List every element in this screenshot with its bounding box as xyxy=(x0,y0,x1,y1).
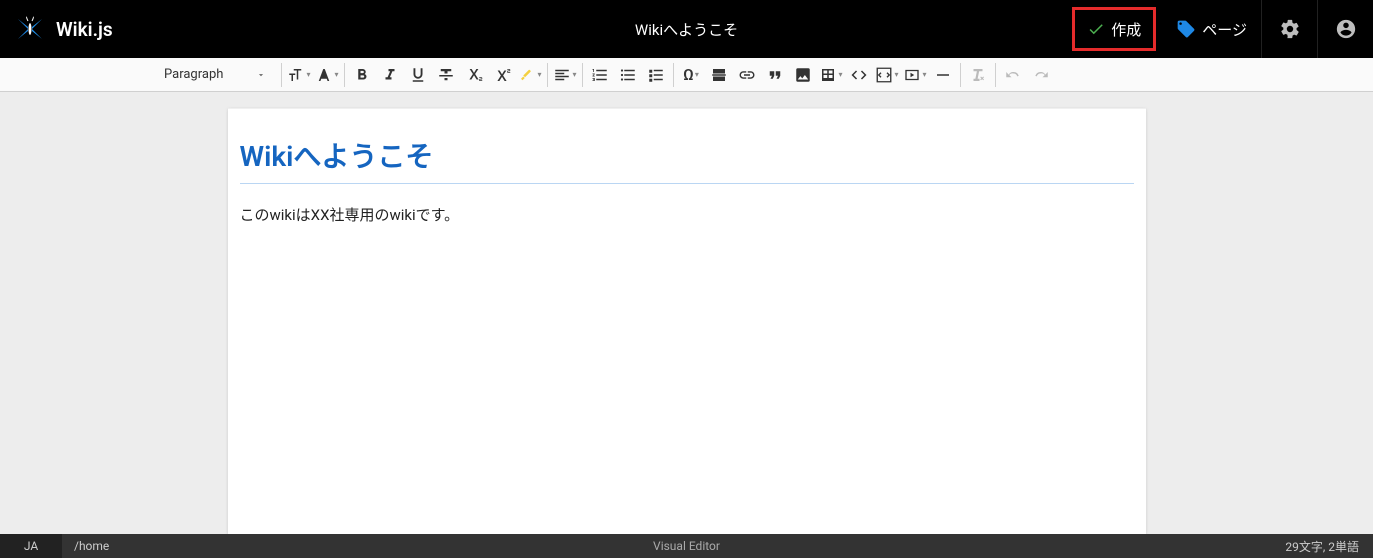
page-break-button[interactable] xyxy=(705,61,733,89)
font-family-button[interactable]: ▾ xyxy=(313,61,341,89)
marker-icon xyxy=(518,66,536,84)
font-size-icon xyxy=(287,66,305,84)
page-title: Wikiへようこそ xyxy=(635,19,738,40)
gear-icon xyxy=(1279,18,1301,40)
align-left-icon xyxy=(553,66,571,84)
link-icon xyxy=(738,66,756,84)
media-button[interactable]: ▾ xyxy=(901,61,929,89)
status-mode: Visual Editor xyxy=(653,539,720,553)
chevron-down-icon xyxy=(256,70,266,80)
superscript-icon xyxy=(493,66,511,84)
editor-toolbar: Paragraph ▾ ▾ ▾ ▾ Ω▾ ▾ ▾ ▾ xyxy=(0,58,1373,92)
create-button[interactable]: 作成 xyxy=(1072,7,1156,51)
undo-icon xyxy=(1004,66,1022,84)
special-char-button[interactable]: Ω▾ xyxy=(677,61,705,89)
table-button[interactable]: ▾ xyxy=(817,61,845,89)
underline-button[interactable] xyxy=(404,61,432,89)
separator xyxy=(582,63,583,87)
hr-icon xyxy=(934,66,952,84)
status-stats: 29文字, 2単語 xyxy=(1285,538,1373,555)
code-button[interactable] xyxy=(845,61,873,89)
clear-format-icon xyxy=(969,66,987,84)
code-block-icon xyxy=(875,66,893,84)
underline-icon xyxy=(409,66,427,84)
hr-button[interactable] xyxy=(929,61,957,89)
chevron-down-icon: ▾ xyxy=(695,70,699,79)
italic-button[interactable] xyxy=(376,61,404,89)
link-button[interactable] xyxy=(733,61,761,89)
bold-icon xyxy=(353,66,371,84)
content-body[interactable]: このwikiはXX社専用のwikiです。 xyxy=(240,204,1134,225)
editor-paper[interactable]: Wikiへようこそ このwikiはXX社専用のwikiです。 xyxy=(228,108,1146,534)
status-lang[interactable]: JA xyxy=(0,534,62,558)
status-bar: JA /home Visual Editor 29文字, 2単語 xyxy=(0,534,1373,558)
strike-button[interactable] xyxy=(432,61,460,89)
ordered-list-button[interactable] xyxy=(586,61,614,89)
chevron-down-icon: ▾ xyxy=(838,70,842,79)
align-button[interactable]: ▾ xyxy=(551,61,579,89)
settings-button[interactable] xyxy=(1261,0,1317,58)
code-icon xyxy=(850,66,868,84)
separator xyxy=(547,63,548,87)
tag-icon xyxy=(1176,19,1196,39)
separator xyxy=(281,63,282,87)
paragraph-select[interactable]: Paragraph xyxy=(150,58,278,92)
todo-list-button[interactable] xyxy=(642,61,670,89)
highlight-button[interactable]: ▾ xyxy=(516,61,544,89)
status-path[interactable]: /home xyxy=(62,539,109,553)
unordered-list-icon xyxy=(619,66,637,84)
page-button[interactable]: ページ xyxy=(1162,7,1261,51)
strike-icon xyxy=(437,66,455,84)
editor-area: Wikiへようこそ このwikiはXX社専用のwikiです。 xyxy=(0,92,1373,534)
media-icon xyxy=(903,66,921,84)
separator xyxy=(673,63,674,87)
page-button-label: ページ xyxy=(1202,19,1247,40)
bold-button[interactable] xyxy=(348,61,376,89)
subscript-button[interactable] xyxy=(460,61,488,89)
page-break-icon xyxy=(710,66,728,84)
chevron-down-icon: ▾ xyxy=(537,70,541,79)
ordered-list-icon xyxy=(591,66,609,84)
quote-button[interactable] xyxy=(761,61,789,89)
separator xyxy=(995,63,996,87)
check-icon xyxy=(1087,20,1105,38)
paragraph-select-label: Paragraph xyxy=(164,67,223,82)
font-size-button[interactable]: ▾ xyxy=(285,61,313,89)
chevron-down-icon: ▾ xyxy=(922,70,926,79)
todo-list-icon xyxy=(647,66,665,84)
separator xyxy=(960,63,961,87)
superscript-button[interactable] xyxy=(488,61,516,89)
redo-icon xyxy=(1032,66,1050,84)
chevron-down-icon: ▾ xyxy=(306,70,310,79)
code-block-button[interactable]: ▾ xyxy=(873,61,901,89)
undo-button[interactable] xyxy=(999,61,1027,89)
header-actions: 作成 ページ xyxy=(1072,0,1373,58)
italic-icon xyxy=(381,66,399,84)
chevron-down-icon: ▾ xyxy=(572,70,576,79)
create-button-label: 作成 xyxy=(1111,19,1141,40)
separator xyxy=(344,63,345,87)
butterfly-icon xyxy=(14,13,46,45)
clear-format-button[interactable] xyxy=(964,61,992,89)
account-button[interactable] xyxy=(1317,0,1373,58)
quote-icon xyxy=(766,66,784,84)
font-icon xyxy=(315,66,333,84)
account-icon xyxy=(1335,18,1357,40)
logo-area: Wiki.js xyxy=(0,13,113,45)
redo-button[interactable] xyxy=(1027,61,1055,89)
image-button[interactable] xyxy=(789,61,817,89)
content-heading[interactable]: Wikiへようこそ xyxy=(240,135,1134,184)
image-icon xyxy=(794,66,812,84)
unordered-list-button[interactable] xyxy=(614,61,642,89)
app-title: Wiki.js xyxy=(56,18,113,41)
chevron-down-icon: ▾ xyxy=(334,70,338,79)
chevron-down-icon: ▾ xyxy=(894,70,898,79)
subscript-icon xyxy=(465,66,483,84)
table-icon xyxy=(819,66,837,84)
app-header: Wiki.js Wikiへようこそ 作成 ページ xyxy=(0,0,1373,58)
